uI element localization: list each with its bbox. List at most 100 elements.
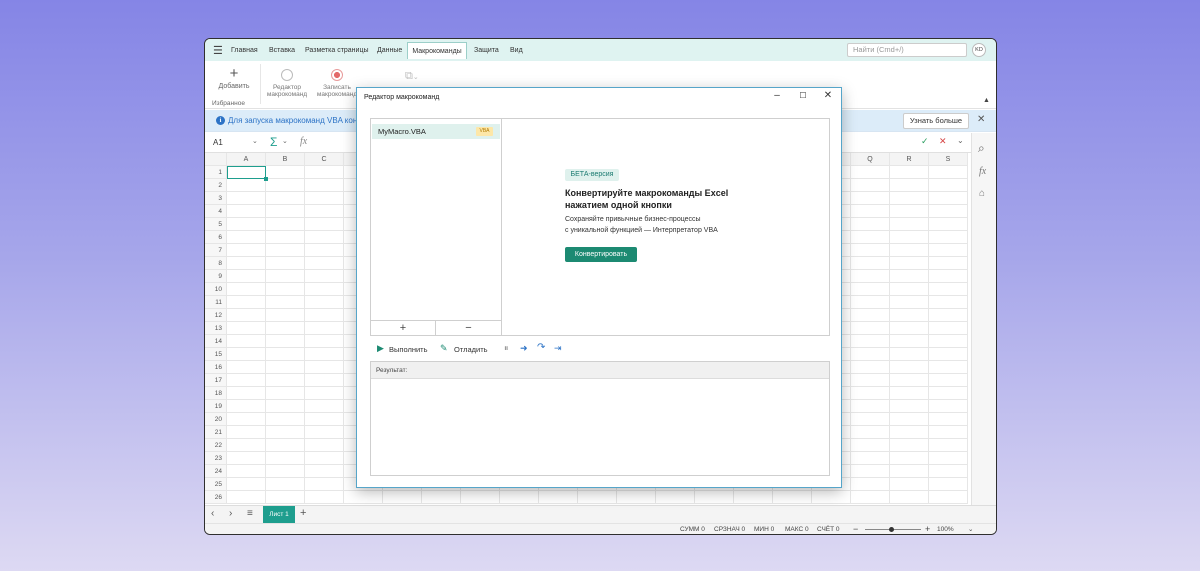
grid-cell[interactable] [227, 491, 266, 504]
grid-cell[interactable] [890, 166, 929, 179]
grid-cell[interactable] [266, 270, 305, 283]
puzzle-icon[interactable]: ⧉⌄ [405, 70, 419, 83]
grid-corner[interactable] [205, 153, 227, 166]
row-header[interactable]: 14 [205, 335, 227, 348]
collapse-ribbon-icon[interactable]: ▲ [983, 97, 990, 104]
grid-cell[interactable] [266, 218, 305, 231]
grid-cell[interactable] [266, 257, 305, 270]
grid-cell[interactable] [305, 205, 344, 218]
grid-cell[interactable] [266, 335, 305, 348]
grid-cell[interactable] [890, 322, 929, 335]
selected-cell[interactable] [227, 166, 266, 179]
grid-cell[interactable] [227, 257, 266, 270]
grid-cell[interactable] [929, 205, 968, 218]
grid-cell[interactable] [890, 335, 929, 348]
grid-cell[interactable] [305, 478, 344, 491]
row-header[interactable]: 3 [205, 192, 227, 205]
grid-cell[interactable] [305, 361, 344, 374]
run-button[interactable]: Выполнить [389, 345, 428, 354]
row-header[interactable]: 4 [205, 205, 227, 218]
grid-cell[interactable] [890, 192, 929, 205]
close-dialog-icon[interactable]: ✕ [820, 90, 836, 101]
zoom-out-button[interactable]: − [853, 524, 858, 534]
run-icon[interactable]: ▶ [377, 343, 384, 354]
row-header[interactable]: 13 [205, 322, 227, 335]
grid-cell[interactable] [890, 231, 929, 244]
row-header[interactable]: 25 [205, 478, 227, 491]
grid-cell[interactable] [929, 179, 968, 192]
next-sheet-icon[interactable]: › [229, 508, 232, 519]
grid-cell[interactable] [305, 244, 344, 257]
grid-cell[interactable] [227, 335, 266, 348]
row-header[interactable]: 5 [205, 218, 227, 231]
grid-cell[interactable] [890, 309, 929, 322]
row-header[interactable]: 8 [205, 257, 227, 270]
grid-cell[interactable] [266, 179, 305, 192]
grid-cell[interactable] [890, 205, 929, 218]
sheet-list-icon[interactable]: ≡ [247, 508, 253, 519]
column-header[interactable]: B [266, 153, 305, 166]
tab-home[interactable]: Главная [227, 42, 262, 59]
grid-cell[interactable] [227, 400, 266, 413]
row-header[interactable]: 16 [205, 361, 227, 374]
grid-cell[interactable] [890, 257, 929, 270]
confirm-icon[interactable]: ✓ [921, 136, 929, 147]
grid-cell[interactable] [227, 413, 266, 426]
learn-more-button[interactable]: Узнать больше [903, 113, 969, 129]
column-header[interactable]: Q [851, 153, 890, 166]
tab-macros[interactable]: Макрокоманды [407, 42, 467, 59]
grid-cell[interactable] [305, 270, 344, 283]
add-sheet-button[interactable]: + [300, 507, 306, 519]
grid-cell[interactable] [227, 296, 266, 309]
grid-cell[interactable] [851, 231, 890, 244]
grid-cell[interactable] [929, 166, 968, 179]
grid-cell[interactable] [227, 218, 266, 231]
grid-cell[interactable] [890, 400, 929, 413]
grid-cell[interactable] [734, 491, 773, 504]
grid-cell[interactable] [305, 439, 344, 452]
row-header[interactable]: 7 [205, 244, 227, 257]
grid-cell[interactable] [851, 179, 890, 192]
tab-insert[interactable]: Вставка [265, 42, 299, 59]
grid-cell[interactable] [851, 166, 890, 179]
grid-cell[interactable] [929, 374, 968, 387]
expand-formula-icon[interactable]: ⌄ [957, 136, 964, 145]
grid-cell[interactable] [851, 491, 890, 504]
grid-cell[interactable] [851, 452, 890, 465]
grid-cell[interactable] [227, 244, 266, 257]
hamburger-menu-icon[interactable]: ☰ [213, 44, 223, 57]
row-header[interactable]: 23 [205, 452, 227, 465]
grid-cell[interactable] [929, 361, 968, 374]
grid-cell[interactable] [851, 413, 890, 426]
row-header[interactable]: 19 [205, 400, 227, 413]
row-header[interactable]: 26 [205, 491, 227, 504]
grid-cell[interactable] [266, 166, 305, 179]
grid-cell[interactable] [695, 491, 734, 504]
tab-page-layout[interactable]: Разметка страницы [301, 42, 373, 59]
grid-cell[interactable] [305, 192, 344, 205]
grid-cell[interactable] [890, 283, 929, 296]
row-header[interactable]: 24 [205, 465, 227, 478]
tab-protection[interactable]: Защита [470, 42, 503, 59]
grid-cell[interactable] [305, 166, 344, 179]
grid-cell[interactable] [305, 257, 344, 270]
grid-cell[interactable] [851, 426, 890, 439]
sheet-tab-active[interactable]: Лист 1 [263, 506, 295, 524]
row-header[interactable]: 2 [205, 179, 227, 192]
grid-cell[interactable] [266, 413, 305, 426]
avatar[interactable]: KD [972, 43, 986, 57]
grid-cell[interactable] [929, 257, 968, 270]
macro-list-item[interactable]: MyMacro.VBA VBA [372, 124, 500, 139]
grid-cell[interactable] [929, 218, 968, 231]
row-header[interactable]: 15 [205, 348, 227, 361]
grid-cell[interactable] [266, 348, 305, 361]
grid-cell[interactable] [890, 426, 929, 439]
column-header[interactable]: C [305, 153, 344, 166]
grid-cell[interactable] [890, 179, 929, 192]
grid-cell[interactable] [266, 361, 305, 374]
grid-cell[interactable] [266, 452, 305, 465]
column-header[interactable]: A [227, 153, 266, 166]
grid-cell[interactable] [305, 491, 344, 504]
minimize-icon[interactable]: – [769, 90, 785, 101]
grid-cell[interactable] [305, 283, 344, 296]
